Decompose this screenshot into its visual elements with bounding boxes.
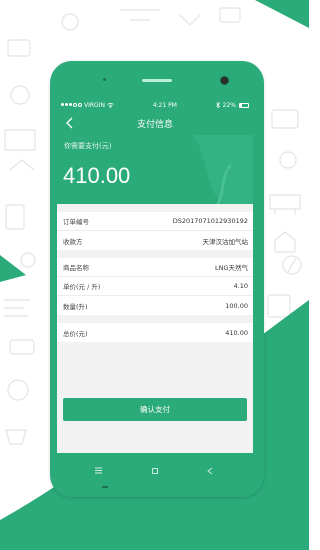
- confirm-payment-button[interactable]: 确认支付: [63, 398, 247, 421]
- carrier-label: VIRGIN: [84, 101, 105, 109]
- total-section: 总价(元) 410.00: [57, 323, 253, 342]
- battery-icon: [238, 102, 249, 108]
- device-nav-bar: [57, 458, 253, 482]
- goods-section: 商品名称 LNG天然气 单价(元 / 升) 4.10 数量(升) 100.00: [57, 258, 253, 315]
- order-number-label: 订单编号: [63, 218, 89, 226]
- payment-header: 你需要支付(元) 410.00: [57, 135, 253, 204]
- speaker-grille: [142, 79, 172, 82]
- amount-due-value: 410.00: [63, 163, 131, 188]
- sensor-dot: [103, 78, 106, 81]
- unit-price-value: 4.10: [233, 282, 248, 290]
- quantity-label: 数量(升): [63, 302, 88, 311]
- order-number-value: DS2017071012930192: [172, 217, 248, 225]
- battery-percent: 22%: [222, 101, 236, 109]
- bluetooth-icon: [215, 102, 220, 108]
- header-decoration: [193, 135, 253, 204]
- total-label: 总价(元): [63, 329, 88, 338]
- camera-icon: [220, 76, 229, 85]
- navigation-bar: 支付信息: [57, 111, 253, 135]
- menu-icon[interactable]: [95, 467, 102, 474]
- status-bar: VIRGIN 4:21 PM 22%: [57, 99, 253, 111]
- signal-icon: [61, 103, 82, 107]
- order-number-row: 订单编号 DS2017071012930192: [57, 212, 253, 231]
- payee-value: 天津汉沽加气站: [202, 237, 249, 246]
- quantity-row: 数量(升) 100.00: [57, 296, 253, 315]
- total-value: 410.00: [225, 328, 248, 337]
- wifi-icon: [107, 102, 114, 108]
- payee-row: 收款方 天津汉沽加气站: [57, 231, 253, 250]
- home-indicator: [102, 486, 108, 488]
- back-triangle-icon[interactable]: [207, 467, 213, 475]
- status-time: 4:21 PM: [152, 101, 177, 109]
- product-name-value: LNG天然气: [214, 264, 248, 272]
- product-name-row: 商品名称 LNG天然气: [57, 258, 253, 277]
- home-square-icon[interactable]: [152, 468, 158, 474]
- total-row: 总价(元) 410.00: [57, 323, 253, 342]
- unit-price-row: 单价(元 / 升) 4.10: [57, 277, 253, 296]
- unit-price-label: 单价(元 / 升): [63, 283, 101, 291]
- product-name-label: 商品名称: [63, 264, 89, 272]
- order-section: 订单编号 DS2017071012930192 收款方 天津汉沽加气站: [57, 212, 253, 250]
- payee-label: 收款方: [63, 237, 83, 246]
- quantity-value: 100.00: [225, 301, 248, 310]
- app-screen: VIRGIN 4:21 PM 22% 支付信息 你需要支付(元) 410.00 …: [57, 99, 253, 453]
- page-title: 支付信息: [136, 120, 173, 130]
- amount-due-label: 你需要支付(元): [64, 142, 112, 150]
